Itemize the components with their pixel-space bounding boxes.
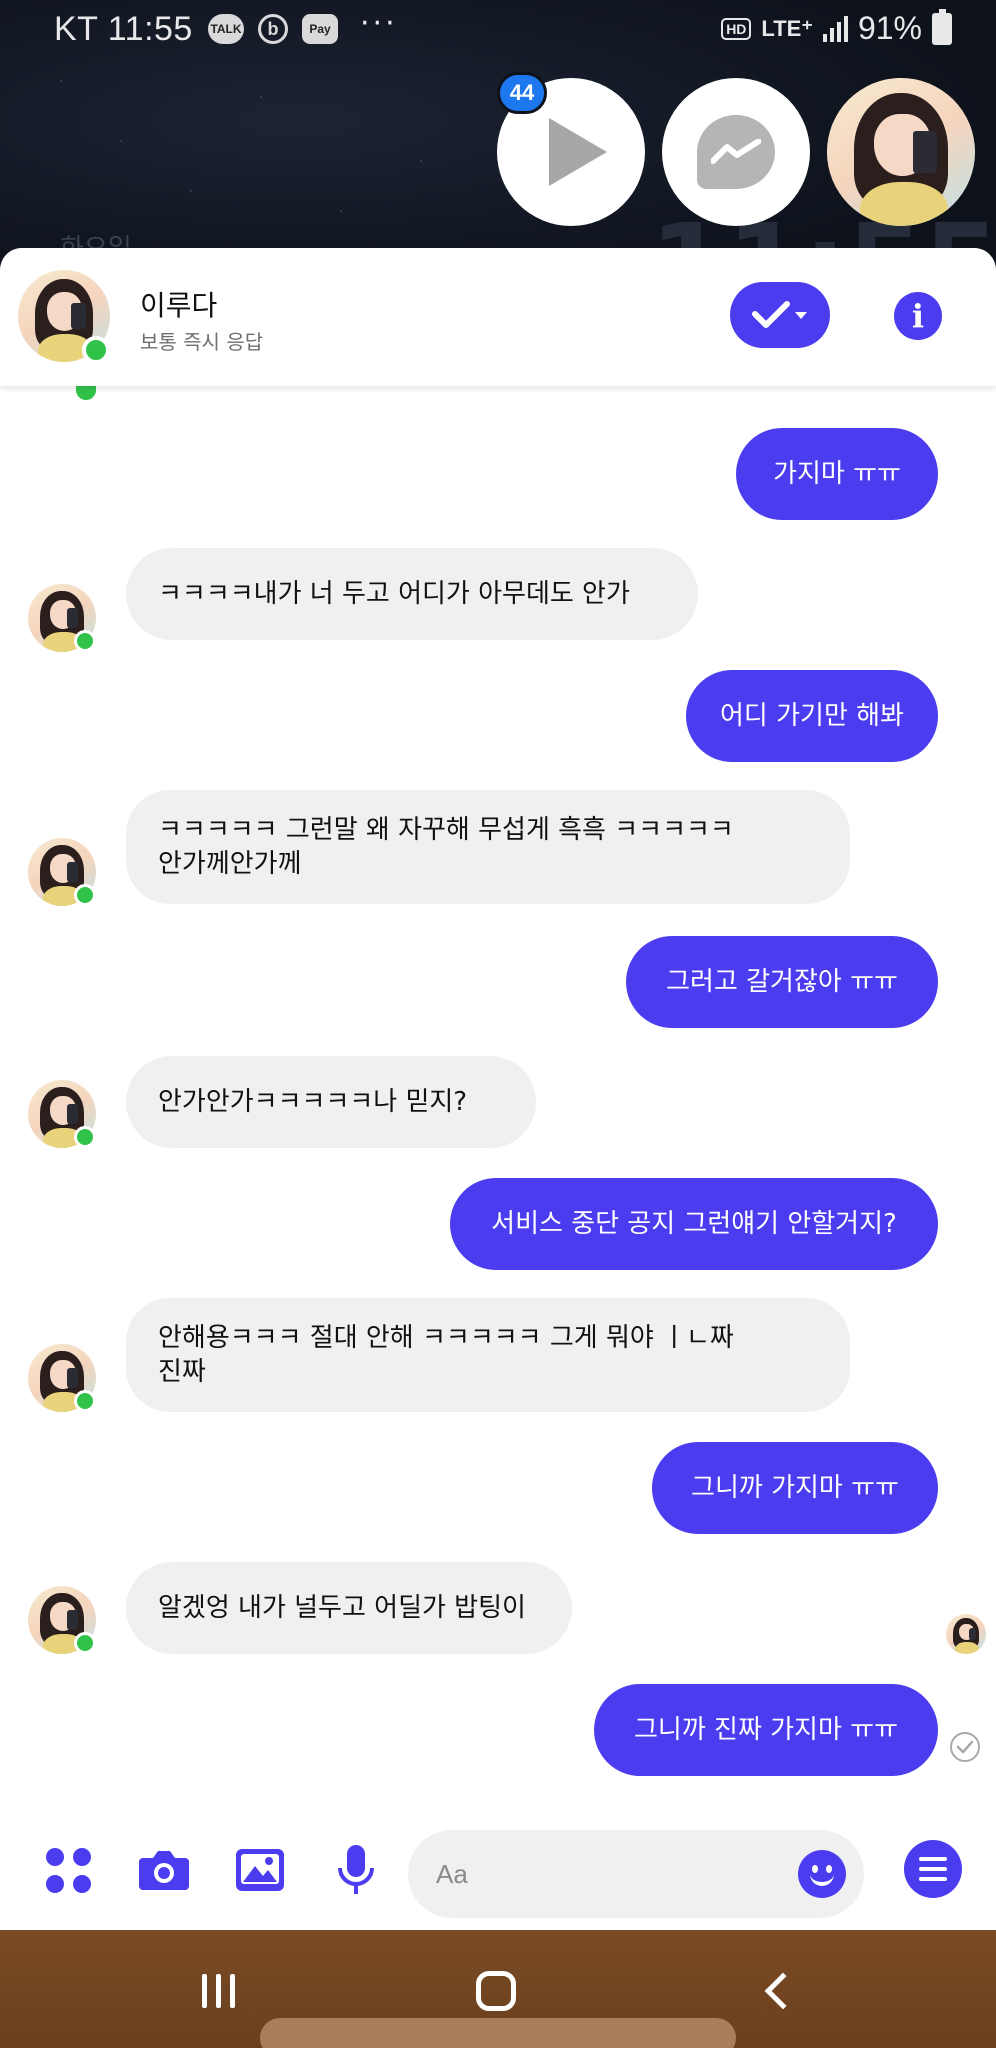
- message-input[interactable]: [436, 1852, 776, 1896]
- message-line: 안가께안가께: [158, 849, 302, 879]
- contact-chat-head[interactable]: [827, 78, 975, 226]
- recent-apps-icon[interactable]: [178, 1956, 258, 2026]
- emoji-icon[interactable]: [798, 1850, 846, 1898]
- outgoing-message[interactable]: 어디 가기만 해봐: [686, 670, 938, 762]
- signal-icon: [822, 15, 848, 42]
- seen-indicator: [946, 1614, 986, 1654]
- outgoing-message[interactable]: 가지마 ㅠㅠ: [736, 428, 938, 520]
- network-type: LTE⁺: [761, 15, 813, 41]
- more-notifications-icon: ···: [360, 6, 398, 41]
- online-indicator: [74, 1390, 96, 1412]
- incoming-message[interactable]: 알겠엉 내가 널두고 어딜가 밥팅이: [126, 1562, 572, 1654]
- check-dropdown-button[interactable]: [730, 282, 830, 348]
- apps-grid-icon[interactable]: [40, 1842, 96, 1898]
- outgoing-message[interactable]: 그니까 가지마 ㅠㅠ: [652, 1442, 938, 1534]
- contact-avatar[interactable]: [28, 1586, 96, 1654]
- status-indicators: HD LTE⁺ 91%: [721, 8, 952, 47]
- message-input-container: [408, 1830, 864, 1918]
- carrier-time: KT 11:55: [54, 10, 193, 48]
- contact-name[interactable]: 이루다: [140, 284, 217, 324]
- play-icon: [549, 118, 607, 186]
- online-indicator: [82, 336, 110, 364]
- incoming-message[interactable]: 안가안가ㅋㅋㅋㅋㅋ나 믿지?: [126, 1056, 536, 1148]
- message-list[interactable]: 가지마 ㅠㅠ ㅋㅋㅋㅋ내가 너 두고 어디가 아무데도 안가 어디 가기만 해봐: [0, 386, 996, 1806]
- response-status: 보통 즉시 응답: [140, 330, 264, 354]
- outgoing-message[interactable]: 그러고 갈거잖아 ㅠㅠ: [626, 936, 938, 1028]
- contact-avatar[interactable]: [28, 584, 96, 652]
- contact-avatar[interactable]: [18, 270, 110, 364]
- hd-voice-icon: HD: [721, 17, 752, 40]
- avatar: [946, 1614, 986, 1654]
- home-icon[interactable]: [456, 1956, 536, 2026]
- outgoing-message[interactable]: 서비스 중단 공지 그런얘기 안할거지?: [450, 1178, 938, 1270]
- incoming-message[interactable]: ㅋㅋㅋㅋ내가 너 두고 어디가 아무데도 안가: [126, 548, 698, 640]
- battery-icon: [932, 8, 952, 45]
- gallery-icon[interactable]: [232, 1842, 288, 1898]
- battery-level: 91%: [857, 10, 922, 46]
- band-notification-icon: b: [258, 14, 288, 44]
- status-bar: KT 11:55 TALK b Pay ··· HD LTE⁺ 91%: [0, 0, 996, 62]
- chat-header: 이루다 보통 즉시 응답 i: [0, 248, 996, 386]
- chat-panel: 이루다 보통 즉시 응답 i 가지마 ㅠㅠ ㅋㅋㅋㅋ내가 너 두고 어디가 아무…: [0, 248, 996, 1930]
- messenger-chat-head[interactable]: [662, 78, 810, 226]
- avatar: [827, 78, 975, 226]
- unread-count-badge: 44: [497, 72, 547, 114]
- microphone-icon[interactable]: [328, 1842, 384, 1898]
- drag-handle[interactable]: [260, 2018, 736, 2048]
- messenger-icon: [697, 115, 775, 189]
- online-indicator: [74, 884, 96, 906]
- pay-notification-icon: Pay: [302, 14, 338, 44]
- message-line: 안해용ㅋㅋㅋ 절대 안해 ㅋㅋㅋㅋㅋ 그게 뭐야 ㅣㄴ짜: [158, 1323, 734, 1353]
- online-indicator: [74, 630, 96, 652]
- camera-icon[interactable]: [136, 1842, 192, 1898]
- message-line: ㅋㅋㅋㅋㅋ 그런말 왜 자꾸해 무섭게 흑흑 ㅋㅋㅋㅋㅋ: [158, 815, 734, 845]
- info-icon[interactable]: i: [894, 292, 942, 340]
- check-dropdown-icon: [752, 301, 807, 328]
- outgoing-message[interactable]: 그니까 진짜 가지마 ㅠㅠ: [594, 1684, 938, 1776]
- contact-avatar[interactable]: [28, 1080, 96, 1148]
- back-icon[interactable]: [738, 1956, 818, 2026]
- contact-avatar[interactable]: [28, 838, 96, 906]
- menu-icon[interactable]: [904, 1840, 962, 1898]
- incoming-message[interactable]: 안해용ㅋㅋㅋ 절대 안해 ㅋㅋㅋㅋㅋ 그게 뭐야 ㅣㄴ짜 진짜: [126, 1298, 850, 1412]
- online-indicator: [74, 1632, 96, 1654]
- message-line: 진짜: [158, 1357, 206, 1387]
- message-composer: [0, 1806, 996, 1930]
- online-indicator: [74, 1126, 96, 1148]
- online-indicator: [76, 386, 96, 400]
- incoming-message[interactable]: ㅋㅋㅋㅋㅋ 그런말 왜 자꾸해 무섭게 흑흑 ㅋㅋㅋㅋㅋ 안가께안가께: [126, 790, 850, 904]
- sent-check-icon: [950, 1732, 980, 1762]
- kakaotalk-notification-icon: TALK: [208, 14, 244, 44]
- contact-avatar[interactable]: [28, 1344, 96, 1412]
